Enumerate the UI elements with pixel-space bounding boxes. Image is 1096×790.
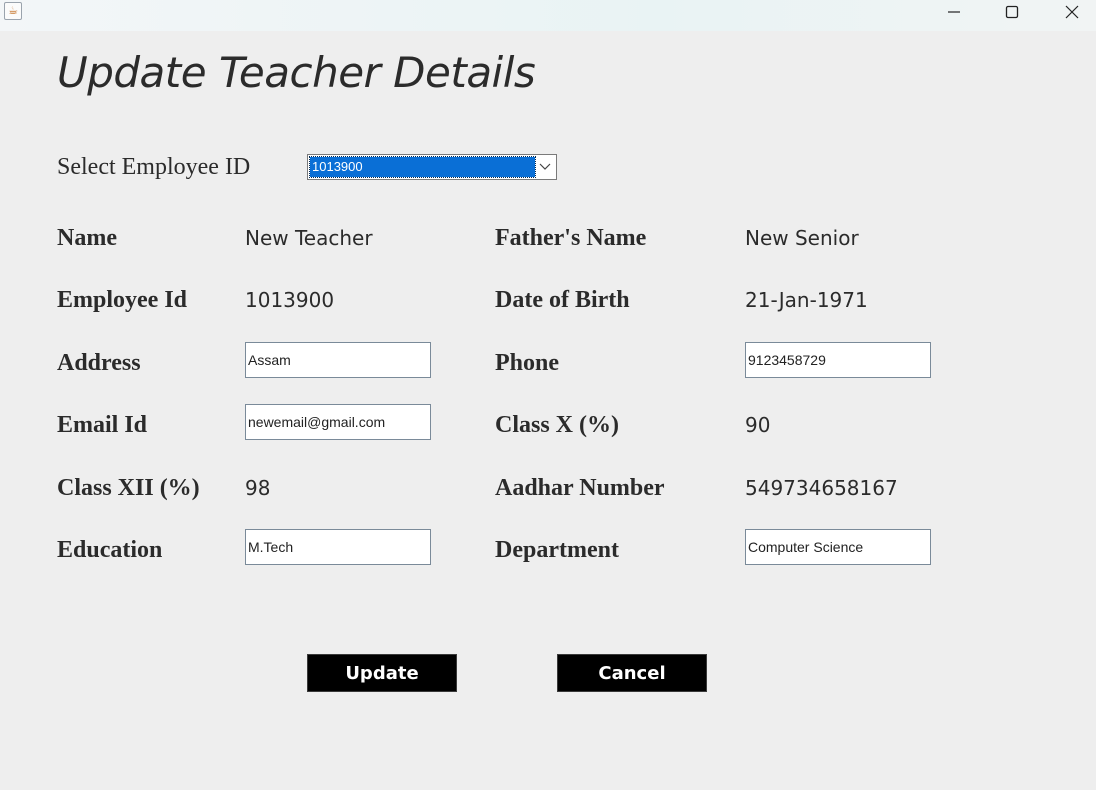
- employee-id-selected: 1013900: [309, 156, 536, 178]
- aadhar-value: 549734658167: [745, 476, 898, 500]
- education-field[interactable]: [245, 529, 431, 565]
- chevron-down-icon[interactable]: [534, 155, 556, 179]
- maximize-icon: [1005, 5, 1019, 19]
- dob-label: Date of Birth: [495, 287, 630, 313]
- department-label: Department: [495, 537, 619, 563]
- name-label: Name: [57, 225, 117, 251]
- employee-id-label: Employee Id: [57, 287, 188, 313]
- class-xii-label: Class XII (%): [57, 475, 200, 501]
- close-icon: [1065, 5, 1079, 19]
- email-field[interactable]: [245, 404, 431, 440]
- title-bar: ☕: [0, 0, 1096, 31]
- education-label: Education: [57, 537, 163, 563]
- minimize-button[interactable]: [931, 0, 977, 24]
- java-cup-icon: ☕: [4, 2, 22, 20]
- email-label: Email Id: [57, 412, 148, 438]
- class-x-label: Class X (%): [495, 412, 619, 438]
- father-name-label: Father's Name: [495, 225, 647, 251]
- department-field[interactable]: [745, 529, 931, 565]
- address-field[interactable]: [245, 342, 431, 378]
- maximize-button[interactable]: [989, 0, 1035, 24]
- phone-field[interactable]: [745, 342, 931, 378]
- page-title: Update Teacher Details: [57, 48, 536, 97]
- class-xii-value: 98: [245, 476, 271, 500]
- cancel-button[interactable]: Cancel: [557, 654, 707, 692]
- update-button[interactable]: Update: [307, 654, 457, 692]
- aadhar-label: Aadhar Number: [495, 475, 665, 501]
- address-label: Address: [57, 350, 141, 376]
- minimize-icon: [948, 11, 960, 13]
- class-x-value: 90: [745, 413, 771, 437]
- employee-id-value: 1013900: [245, 288, 335, 312]
- dob-value: 21-Jan-1971: [745, 288, 868, 312]
- phone-label: Phone: [495, 350, 560, 376]
- close-button[interactable]: [1049, 0, 1095, 24]
- father-name-value: New Senior: [745, 226, 859, 250]
- employee-id-dropdown[interactable]: 1013900: [307, 154, 557, 180]
- select-employee-label: Select Employee ID: [57, 154, 251, 180]
- name-value: New Teacher: [245, 226, 373, 250]
